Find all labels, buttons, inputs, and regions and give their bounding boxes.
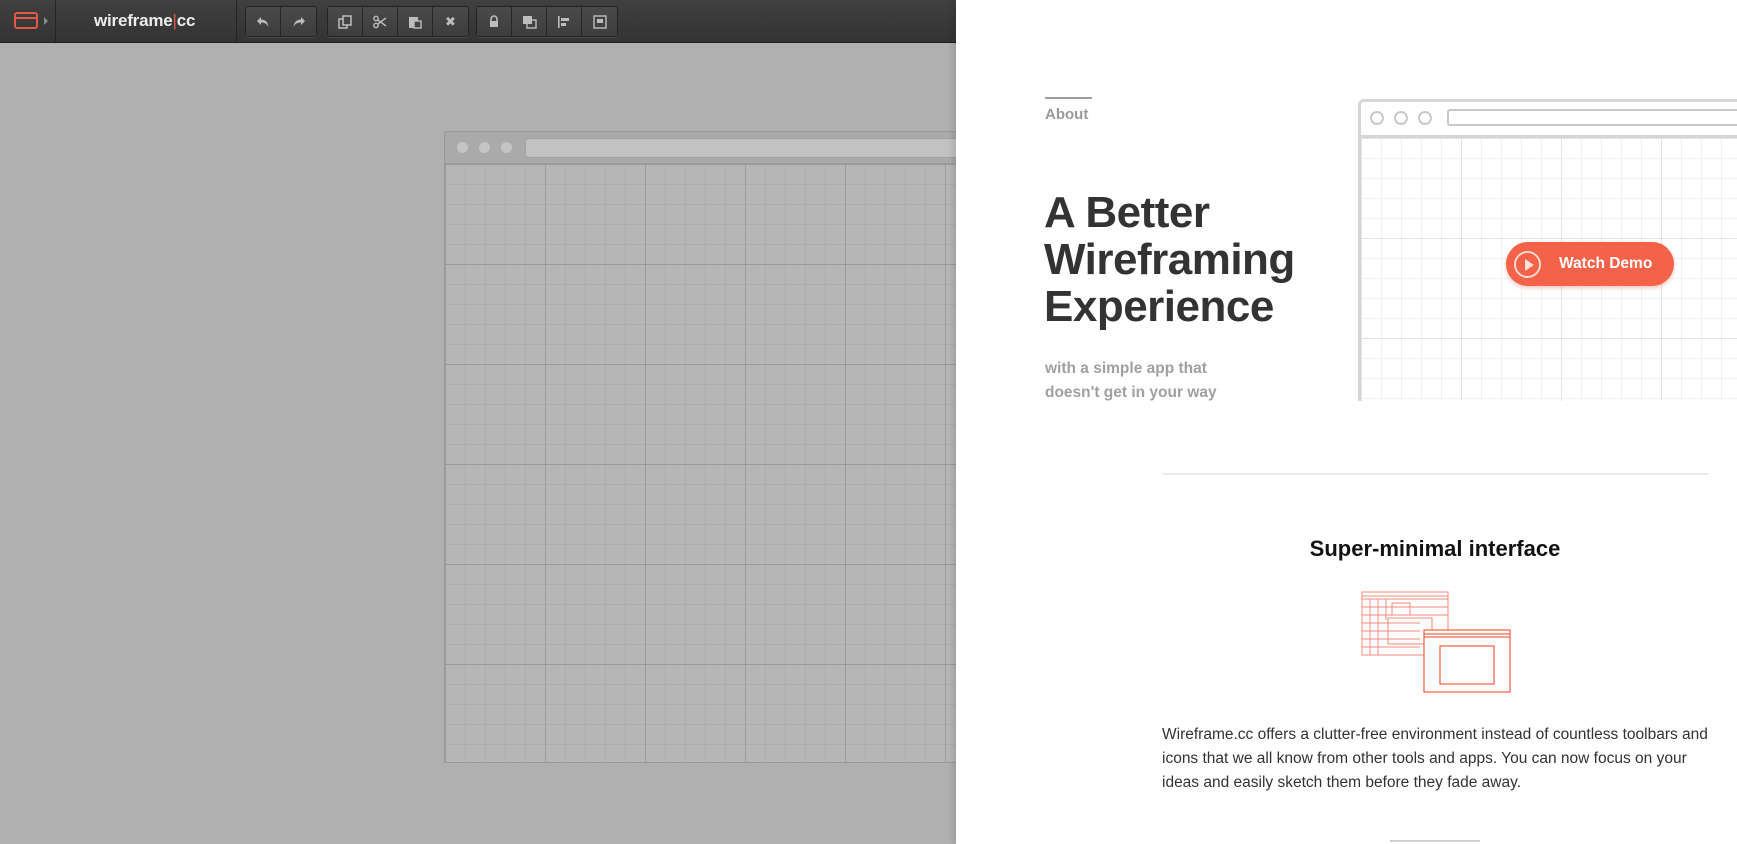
hero-title-line: A Better	[1044, 188, 1210, 237]
feature-description: Wireframe.cc offers a clutter-free envir…	[1162, 726, 1708, 791]
hero-title-line: Experience	[1044, 282, 1274, 331]
clipboard-group: ✖	[327, 6, 469, 37]
logo-text: wireframe|cc	[94, 11, 195, 31]
history-group	[245, 6, 317, 37]
window-dot-icon	[1418, 111, 1432, 125]
close-icon: ✖	[445, 13, 456, 29]
group-button[interactable]	[582, 7, 617, 36]
redo-icon	[293, 16, 305, 27]
lock-button[interactable]	[477, 7, 512, 36]
feature-title: Super-minimal interface	[1309, 536, 1561, 561]
watch-demo-button[interactable]: Watch Demo	[1506, 242, 1674, 286]
watch-demo-label: Watch Demo	[1559, 255, 1653, 272]
redo-button[interactable]	[281, 7, 316, 36]
canvas-browser-frame[interactable]	[444, 131, 964, 763]
demo-browser-chrome	[1361, 102, 1737, 138]
about-divider	[1045, 97, 1092, 99]
align-left-icon	[558, 15, 569, 28]
play-icon	[1514, 250, 1541, 278]
caret-right-icon	[44, 17, 48, 25]
arrange-group	[476, 6, 618, 37]
hero-subtitle-line: with a simple app that	[1045, 360, 1207, 377]
cut-button[interactable]	[363, 7, 398, 36]
group-icon	[592, 14, 607, 29]
hero-subtitle: with a simple app that doesn't get in you…	[1045, 357, 1265, 405]
demo-url-bar	[1447, 109, 1737, 126]
window-dot-icon	[501, 142, 512, 153]
paste-button[interactable]	[398, 7, 433, 36]
logo-suffix: cc	[176, 11, 196, 30]
copy-icon	[338, 14, 352, 29]
window-dot-icon	[479, 142, 490, 153]
about-link[interactable]: About	[1045, 106, 1088, 123]
copy-button[interactable]	[328, 7, 363, 36]
undo-button[interactable]	[246, 7, 281, 36]
delete-button[interactable]: ✖	[433, 7, 468, 36]
window-dot-icon	[1370, 111, 1384, 125]
canvas-grid[interactable]	[445, 164, 963, 762]
browser-window-icon	[14, 12, 38, 29]
canvas-browser-chrome	[445, 132, 963, 164]
undo-icon	[257, 16, 269, 27]
hero-subtitle-line: doesn't get in your way	[1045, 384, 1217, 401]
app-logo[interactable]: wireframe|cc	[56, 0, 237, 42]
hero-title: A Better Wireframing Experience	[1044, 189, 1344, 330]
lock-icon	[490, 15, 498, 27]
align-button[interactable]	[547, 7, 582, 36]
scissors-icon	[373, 15, 387, 28]
app-toolbar: wireframe|cc ✖	[0, 0, 956, 43]
paste-icon	[409, 16, 422, 29]
bring-to-front-icon	[522, 15, 537, 29]
hero-title-line: Wireframing	[1044, 235, 1295, 284]
window-dot-icon	[457, 142, 468, 153]
next-section-divider	[1390, 840, 1480, 842]
canvas-url-bar	[525, 138, 963, 158]
bring-front-button[interactable]	[512, 7, 547, 36]
minimal-interface-illustration	[1361, 591, 1511, 693]
about-panel: About A Better Wireframing Experience with…	[956, 0, 1737, 844]
menu-button[interactable]	[0, 0, 56, 42]
logo-prefix: wireframe	[94, 11, 173, 30]
window-dot-icon	[1394, 111, 1408, 125]
section-divider	[1162, 473, 1708, 475]
